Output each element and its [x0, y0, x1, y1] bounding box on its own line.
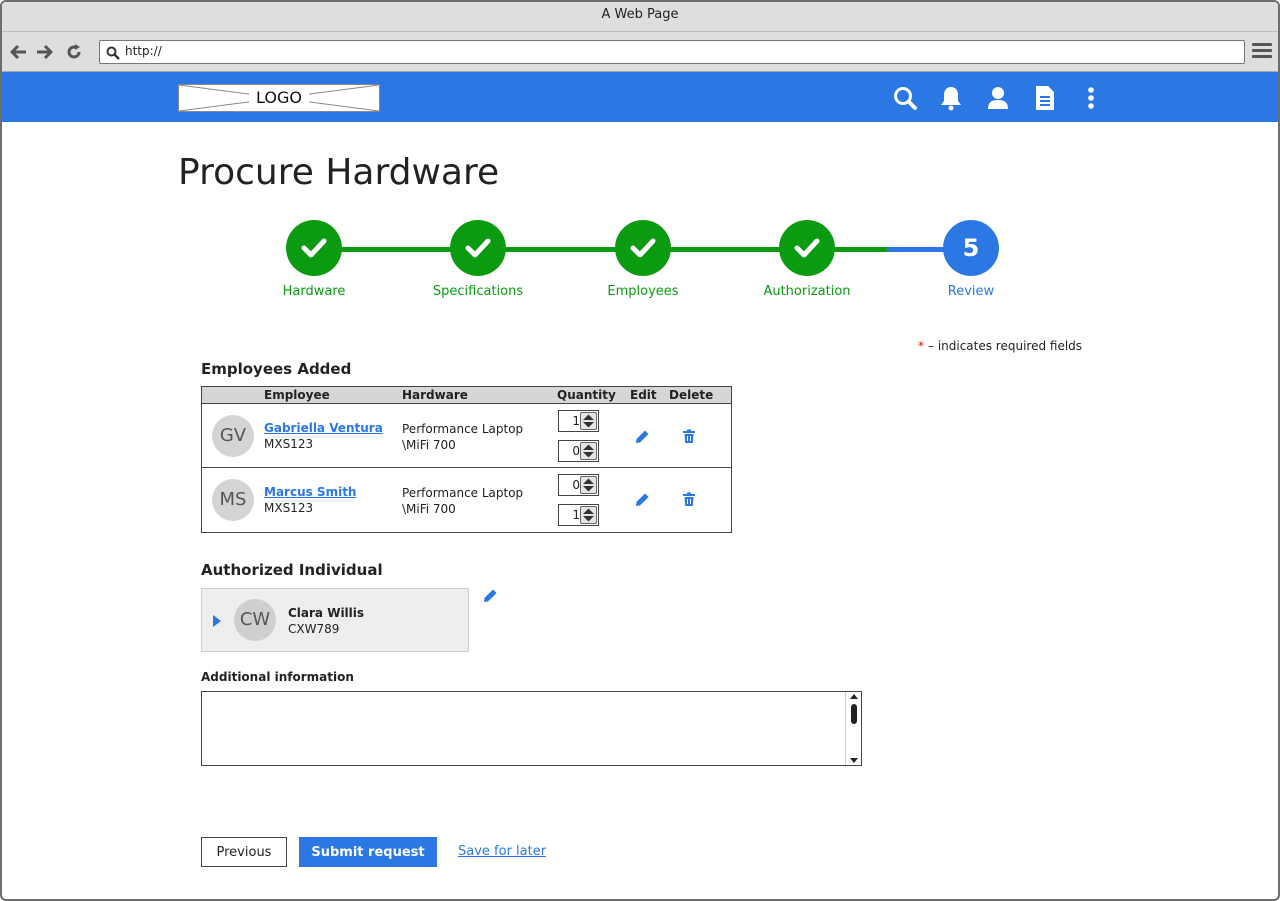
- previous-button[interactable]: Previous: [201, 837, 287, 867]
- trash-icon[interactable]: [682, 492, 696, 511]
- column-delete: Delete: [669, 388, 714, 402]
- check-icon: [286, 220, 342, 276]
- additional-info-textarea[interactable]: [201, 691, 862, 766]
- step-employees[interactable]: Employees: [583, 220, 703, 299]
- authorized-individual-card[interactable]: CW Clara Willis CXW789: [201, 588, 469, 652]
- spinner-arrows-icon[interactable]: [580, 412, 597, 430]
- employee-name-link[interactable]: Marcus Smith: [264, 485, 356, 499]
- employees-table: Employee Hardware Quantity Edit Delete G…: [201, 386, 732, 533]
- window-title: A Web Page: [601, 7, 679, 22]
- required-star: *: [918, 339, 924, 353]
- pencil-icon[interactable]: [483, 588, 498, 607]
- quantity-value: 1: [572, 508, 580, 522]
- window-titlebar: A Web Page: [2, 2, 1278, 32]
- app-header: LOGO: [2, 72, 1278, 122]
- quantity-value: 1: [572, 414, 580, 428]
- pencil-icon[interactable]: [635, 492, 650, 511]
- logo[interactable]: LOGO: [178, 84, 380, 112]
- browser-window: A Web Page http:// LOGO Procure Hardware…: [0, 0, 1280, 901]
- hardware-line: Performance Laptop: [402, 486, 524, 500]
- expand-arrow-icon[interactable]: [212, 613, 222, 632]
- quantity-stepper[interactable]: 0: [558, 474, 599, 496]
- step-authorization[interactable]: Authorization: [747, 220, 867, 299]
- user-icon[interactable]: [985, 85, 1011, 111]
- step-number: 5: [943, 220, 999, 276]
- bell-icon[interactable]: [938, 85, 964, 111]
- progress-stepper: Hardware Specifications Employees Author…: [272, 220, 1012, 310]
- step-review[interactable]: 5 Review: [911, 220, 1031, 299]
- column-hardware: Hardware: [402, 388, 468, 402]
- column-quantity: Quantity: [557, 388, 616, 402]
- employee-name-link[interactable]: Gabriella Ventura: [264, 421, 383, 435]
- step-label: Hardware: [282, 284, 346, 299]
- search-icon: [106, 45, 120, 64]
- spinner-arrows-icon[interactable]: [580, 476, 597, 494]
- quantity-value: 0: [572, 478, 580, 492]
- employee-id: MXS123: [264, 437, 314, 451]
- quantity-value: 0: [572, 444, 580, 458]
- hardware-text: Performance Laptop \MiFi 700: [402, 421, 523, 453]
- authorized-name: Clara Willis: [288, 606, 365, 620]
- spinner-arrows-icon[interactable]: [580, 442, 597, 460]
- spinner-arrows-icon[interactable]: [580, 506, 597, 524]
- browser-menu-icon[interactable]: [1252, 43, 1272, 61]
- check-icon: [779, 220, 835, 276]
- more-vertical-icon[interactable]: [1078, 85, 1104, 111]
- quantity-stepper[interactable]: 0: [558, 440, 599, 462]
- save-for-later-link[interactable]: Save for later: [458, 844, 546, 859]
- hardware-line: Performance Laptop: [402, 422, 524, 436]
- pencil-icon[interactable]: [635, 429, 650, 448]
- required-fields-note: * – indicates required fields: [918, 339, 1082, 353]
- check-icon: [450, 220, 506, 276]
- additional-info-label: Additional information: [201, 670, 354, 684]
- avatar: CW: [234, 599, 276, 641]
- quantity-stepper[interactable]: 1: [558, 504, 599, 526]
- browser-toolbar: http://: [2, 32, 1278, 72]
- avatar: GV: [212, 415, 254, 457]
- url-text: http://: [125, 44, 162, 58]
- search-icon[interactable]: [892, 85, 918, 111]
- avatar: MS: [212, 479, 254, 521]
- page-title: Procure Hardware: [178, 152, 500, 193]
- authorized-heading: Authorized Individual: [201, 561, 383, 579]
- table-row: MS Marcus Smith MXS123 Performance Lapto…: [202, 468, 731, 532]
- step-label: Authorization: [763, 284, 851, 299]
- column-employee: Employee: [264, 388, 330, 402]
- hardware-line: \MiFi 700: [402, 502, 456, 516]
- step-label: Employees: [607, 284, 679, 299]
- hardware-text: Performance Laptop \MiFi 700: [402, 485, 523, 517]
- step-hardware[interactable]: Hardware: [254, 220, 374, 299]
- check-icon: [615, 220, 671, 276]
- required-note-text: – indicates required fields: [928, 339, 1083, 353]
- textarea-scrollbar[interactable]: [845, 692, 861, 765]
- table-row: GV Gabriella Ventura MXS123 Performance …: [202, 404, 731, 468]
- quantity-stepper[interactable]: 1: [558, 410, 599, 432]
- step-label: Review: [947, 284, 995, 299]
- forward-arrow-icon[interactable]: [35, 43, 53, 61]
- column-edit: Edit: [630, 388, 657, 402]
- submit-request-button[interactable]: Submit request: [299, 837, 437, 867]
- back-arrow-icon[interactable]: [10, 43, 28, 61]
- hardware-line: \MiFi 700: [402, 438, 456, 452]
- step-specifications[interactable]: Specifications: [418, 220, 538, 299]
- authorized-id: CXW789: [288, 622, 340, 636]
- employees-heading: Employees Added: [201, 360, 352, 378]
- trash-icon[interactable]: [682, 429, 696, 448]
- employee-id: MXS123: [264, 501, 314, 515]
- logo-text: LOGO: [249, 87, 309, 109]
- step-label: Specifications: [432, 284, 524, 299]
- document-icon[interactable]: [1032, 85, 1058, 111]
- table-header: Employee Hardware Quantity Edit Delete: [202, 387, 731, 404]
- reload-icon[interactable]: [65, 43, 83, 61]
- address-bar[interactable]: http://: [99, 40, 1245, 64]
